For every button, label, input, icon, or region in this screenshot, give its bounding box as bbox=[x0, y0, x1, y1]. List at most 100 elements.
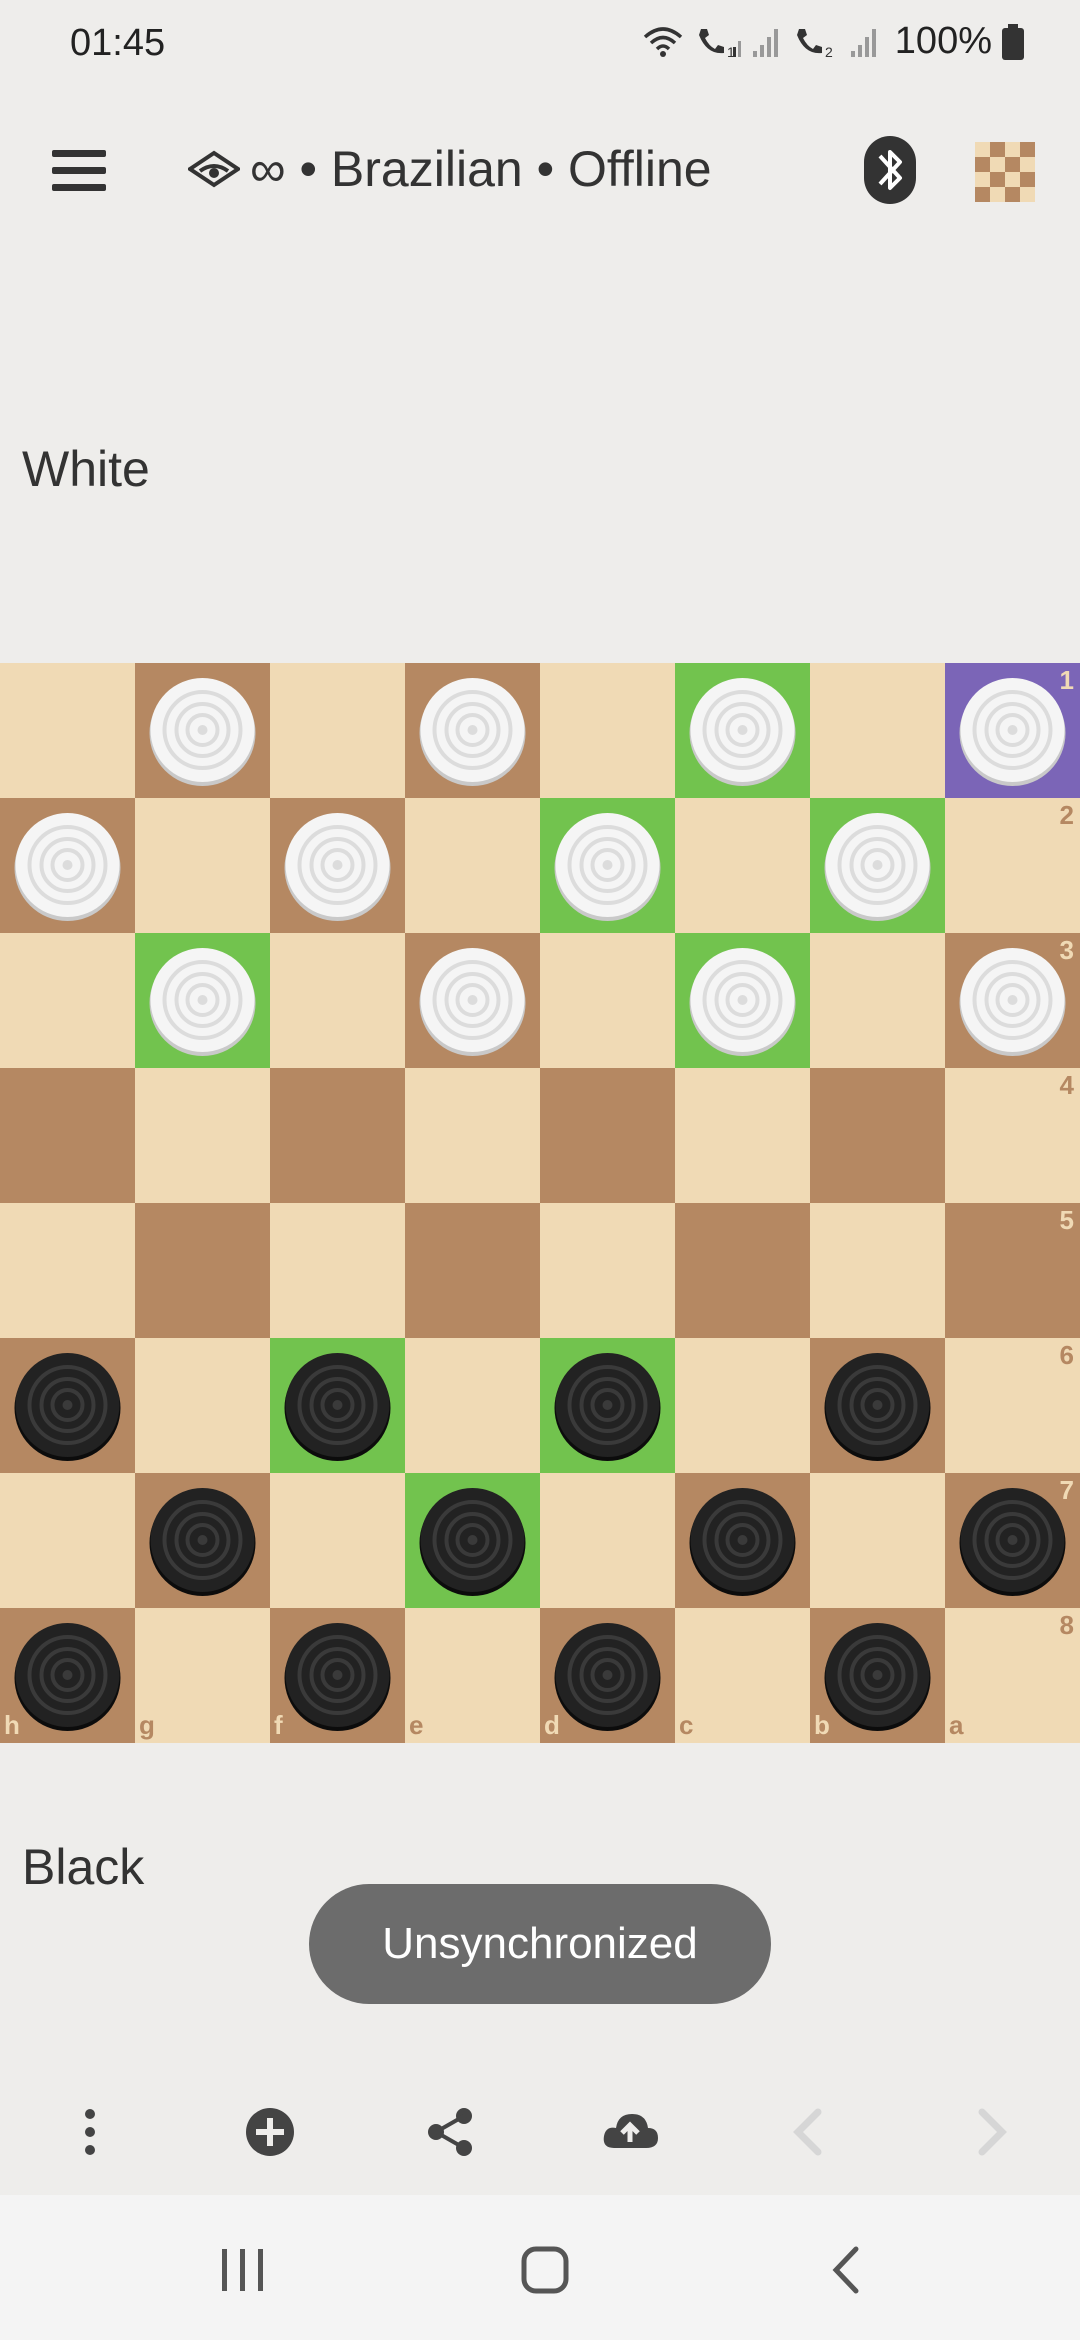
board-square[interactable] bbox=[270, 1473, 405, 1608]
board-square[interactable] bbox=[405, 663, 540, 798]
board-square[interactable] bbox=[675, 1203, 810, 1338]
board-square[interactable] bbox=[405, 933, 540, 1068]
board-square[interactable]: 5 bbox=[945, 1203, 1080, 1338]
board-square[interactable] bbox=[0, 1068, 135, 1203]
board-square[interactable]: h bbox=[0, 1608, 135, 1743]
board-square[interactable] bbox=[405, 1473, 540, 1608]
more-options-icon[interactable] bbox=[60, 2102, 120, 2162]
black-piece[interactable] bbox=[957, 1485, 1068, 1596]
board-square[interactable]: 1 bbox=[945, 663, 1080, 798]
board-square[interactable] bbox=[540, 1203, 675, 1338]
board-square[interactable]: 2 bbox=[945, 798, 1080, 933]
board-square[interactable] bbox=[135, 1068, 270, 1203]
black-piece[interactable] bbox=[417, 1485, 528, 1596]
board-square[interactable] bbox=[0, 1203, 135, 1338]
checkers-board[interactable]: 1234567 hgfedcb8a bbox=[0, 663, 1080, 1743]
board-square[interactable]: d bbox=[540, 1608, 675, 1743]
board-square[interactable] bbox=[270, 798, 405, 933]
white-piece[interactable] bbox=[417, 675, 528, 786]
share-icon[interactable] bbox=[420, 2102, 480, 2162]
board-square[interactable]: g bbox=[135, 1608, 270, 1743]
white-piece[interactable] bbox=[687, 675, 798, 786]
board-square[interactable] bbox=[810, 933, 945, 1068]
board-square[interactable] bbox=[0, 1473, 135, 1608]
board-square[interactable] bbox=[270, 663, 405, 798]
board-square[interactable] bbox=[135, 1338, 270, 1473]
board-square[interactable] bbox=[135, 1473, 270, 1608]
board-square[interactable] bbox=[0, 1338, 135, 1473]
white-piece[interactable] bbox=[957, 945, 1068, 1056]
board-square[interactable]: 7 bbox=[945, 1473, 1080, 1608]
board-square[interactable] bbox=[270, 1338, 405, 1473]
black-piece[interactable] bbox=[12, 1350, 123, 1461]
board-square[interactable] bbox=[135, 798, 270, 933]
back-icon[interactable] bbox=[812, 2235, 882, 2305]
board-square[interactable]: e bbox=[405, 1608, 540, 1743]
home-icon[interactable] bbox=[510, 2235, 580, 2305]
white-piece[interactable] bbox=[822, 810, 933, 921]
board-square[interactable] bbox=[675, 663, 810, 798]
board-square[interactable] bbox=[0, 663, 135, 798]
board-square[interactable] bbox=[675, 798, 810, 933]
board-theme-icon[interactable] bbox=[975, 142, 1035, 202]
board-square[interactable] bbox=[540, 798, 675, 933]
board-square[interactable]: 8a bbox=[945, 1608, 1080, 1743]
board-square[interactable]: 3 bbox=[945, 933, 1080, 1068]
black-piece[interactable] bbox=[552, 1350, 663, 1461]
board-square[interactable] bbox=[540, 1473, 675, 1608]
white-piece[interactable] bbox=[12, 810, 123, 921]
board-square[interactable] bbox=[810, 663, 945, 798]
board-square[interactable] bbox=[675, 1473, 810, 1608]
board-square[interactable] bbox=[0, 798, 135, 933]
board-square[interactable] bbox=[675, 1068, 810, 1203]
cloud-upload-icon[interactable] bbox=[600, 2102, 660, 2162]
white-piece[interactable] bbox=[417, 945, 528, 1056]
white-piece[interactable] bbox=[957, 675, 1068, 786]
white-piece[interactable] bbox=[147, 675, 258, 786]
board-square[interactable]: b bbox=[810, 1608, 945, 1743]
board-square[interactable] bbox=[405, 1068, 540, 1203]
board-square[interactable]: f bbox=[270, 1608, 405, 1743]
board-square[interactable] bbox=[405, 798, 540, 933]
black-piece[interactable] bbox=[282, 1620, 393, 1731]
white-piece[interactable] bbox=[282, 810, 393, 921]
board-square[interactable] bbox=[540, 1068, 675, 1203]
board-square[interactable] bbox=[540, 663, 675, 798]
black-piece[interactable] bbox=[687, 1485, 798, 1596]
board-square[interactable] bbox=[675, 1338, 810, 1473]
black-piece[interactable] bbox=[822, 1350, 933, 1461]
black-piece[interactable] bbox=[12, 1620, 123, 1731]
board-square[interactable] bbox=[135, 663, 270, 798]
board-square[interactable] bbox=[540, 1338, 675, 1473]
board-square[interactable] bbox=[810, 1338, 945, 1473]
white-piece[interactable] bbox=[552, 810, 663, 921]
board-square[interactable] bbox=[405, 1338, 540, 1473]
add-icon[interactable] bbox=[240, 2102, 300, 2162]
board-square[interactable] bbox=[0, 933, 135, 1068]
bluetooth-icon[interactable] bbox=[860, 134, 920, 206]
white-piece[interactable] bbox=[147, 945, 258, 1056]
board-square[interactable] bbox=[135, 933, 270, 1068]
menu-icon[interactable] bbox=[44, 138, 116, 202]
black-piece[interactable] bbox=[147, 1485, 258, 1596]
game-title[interactable]: ∞ • Brazilian • Offline bbox=[188, 140, 712, 198]
board-square[interactable] bbox=[405, 1203, 540, 1338]
black-piece[interactable] bbox=[282, 1350, 393, 1461]
next-move-icon[interactable] bbox=[960, 2102, 1020, 2162]
board-square[interactable] bbox=[270, 933, 405, 1068]
board-square[interactable]: 6 bbox=[945, 1338, 1080, 1473]
board-square[interactable] bbox=[810, 1203, 945, 1338]
previous-move-icon[interactable] bbox=[780, 2102, 840, 2162]
board-square[interactable] bbox=[810, 1473, 945, 1608]
board-square[interactable] bbox=[135, 1203, 270, 1338]
white-piece[interactable] bbox=[687, 945, 798, 1056]
board-square[interactable] bbox=[810, 1068, 945, 1203]
board-square[interactable] bbox=[675, 933, 810, 1068]
board-square[interactable] bbox=[540, 933, 675, 1068]
recent-apps-icon[interactable] bbox=[208, 2235, 278, 2305]
board-square[interactable]: 4 bbox=[945, 1068, 1080, 1203]
board-square[interactable] bbox=[270, 1068, 405, 1203]
board-square[interactable]: c bbox=[675, 1608, 810, 1743]
black-piece[interactable] bbox=[822, 1620, 933, 1731]
board-square[interactable] bbox=[810, 798, 945, 933]
